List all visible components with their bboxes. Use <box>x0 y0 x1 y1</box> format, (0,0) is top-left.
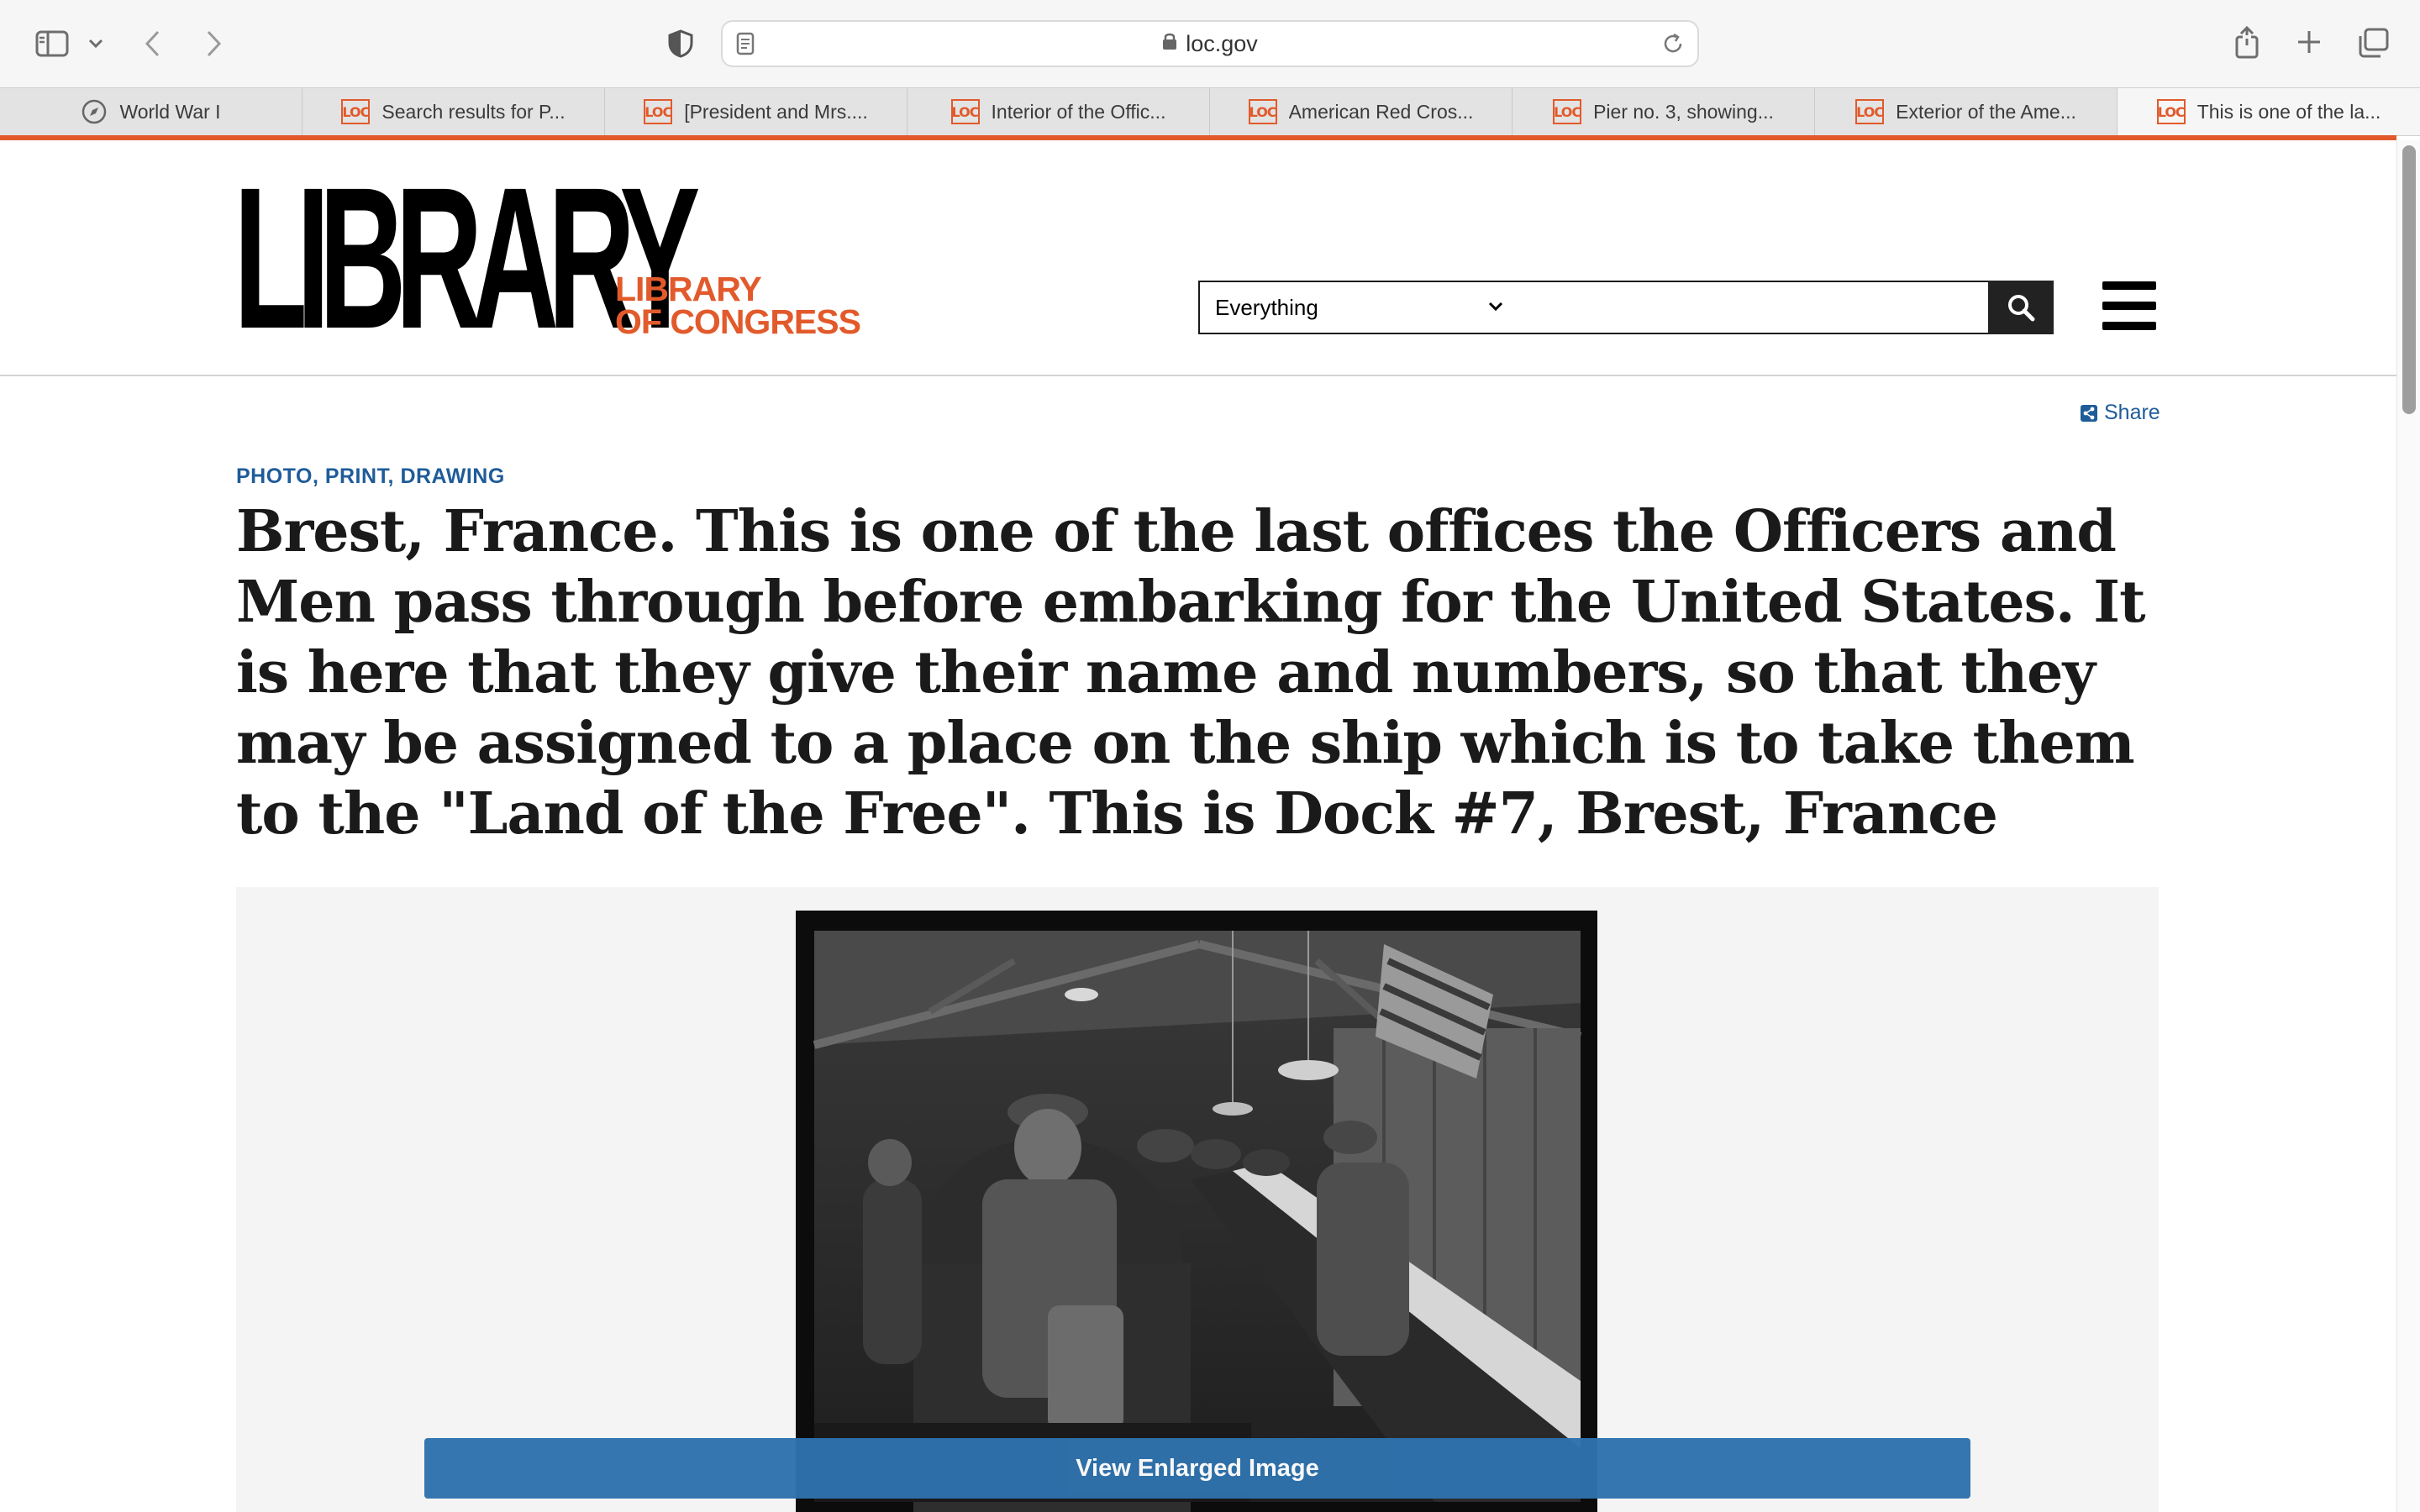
tab-strip: World War I LOC Search results for P... … <box>0 87 2420 136</box>
photo-illustration <box>796 911 1597 1512</box>
new-tab-icon[interactable] <box>2292 25 2326 59</box>
search-input[interactable] <box>1519 281 1990 334</box>
hamburger-icon-bar <box>2102 322 2156 330</box>
share-label: Share <box>2104 401 2160 424</box>
hamburger-icon-bar <box>2102 302 2156 310</box>
item-photo[interactable] <box>796 911 1597 1512</box>
tab-label: American Red Cros... <box>1288 100 1474 123</box>
tab-pier-no-3[interactable]: LOC Pier no. 3, showing... <box>1512 88 1815 135</box>
image-viewer <box>236 887 2159 1512</box>
search-button[interactable] <box>1988 281 2054 334</box>
loc-icon: LOC <box>950 99 980 124</box>
loc-icon: LOC <box>1248 99 1277 124</box>
tab-label: This is one of the la... <box>2196 100 2381 123</box>
tab-exterior-of-american[interactable]: LOC Exterior of the Ame... <box>1815 88 2118 135</box>
lock-icon <box>1162 21 1177 65</box>
tab-label: Exterior of the Ame... <box>1896 100 2076 123</box>
compass-icon <box>82 99 107 124</box>
loc-icon: LOC <box>1553 99 1582 124</box>
tab-label: [President and Mrs.... <box>684 100 868 123</box>
sidebar-toggle-icon[interactable] <box>34 27 71 60</box>
logo-sub-line2: OF CONGRESS <box>615 302 861 341</box>
web-page: LIBRARY LIBRARY OF CONGRESS Everything S… <box>0 140 2396 1512</box>
chevron-down-icon <box>1487 282 1504 350</box>
logo-sub-line1: LIBRARY <box>615 270 762 308</box>
tab-label: Search results for P... <box>381 100 566 123</box>
item-category[interactable]: PHOTO, PRINT, DRAWING <box>236 465 505 489</box>
site-header: LIBRARY LIBRARY OF CONGRESS Everything <box>0 140 2396 376</box>
library-of-congress-logo[interactable]: LIBRARY OF CONGRESS <box>615 270 861 341</box>
forward-icon[interactable] <box>198 25 229 62</box>
menu-button[interactable] <box>2102 281 2156 330</box>
scrollbar-thumb[interactable] <box>2402 145 2416 414</box>
hamburger-icon-bar <box>2102 281 2156 290</box>
loc-icon: LOC <box>1855 99 1885 124</box>
tab-label: Pier no. 3, showing... <box>1593 100 1774 123</box>
search-scope-value: Everything <box>1215 295 1318 320</box>
privacy-shield-icon[interactable] <box>664 27 697 60</box>
search-icon <box>2008 295 2035 322</box>
tab-search-results[interactable]: LOC Search results for P... <box>302 88 605 135</box>
loc-icon: LOC <box>2156 99 2186 124</box>
url-text: loc.gov <box>1186 31 1258 56</box>
tab-label: World War I <box>119 100 221 123</box>
page-scrollbar[interactable] <box>2396 140 2420 1512</box>
share-link[interactable]: Share <box>2081 401 2160 425</box>
chevron-down-icon[interactable] <box>84 32 108 55</box>
search-scope-select[interactable]: Everything <box>1198 281 1521 334</box>
url-display: loc.gov <box>723 22 1697 66</box>
view-enlarged-image-button[interactable]: View Enlarged Image <box>424 1438 1970 1499</box>
share-icon <box>2081 404 2097 422</box>
tab-this-is-one-of-the-last[interactable]: LOC This is one of the la... <box>2118 88 2420 135</box>
tab-president-and-mrs[interactable]: LOC [President and Mrs.... <box>605 88 908 135</box>
loc-icon: LOC <box>644 99 673 124</box>
tab-american-red-cross[interactable]: LOC American Red Cros... <box>1210 88 1512 135</box>
page-title: Brest, France. This is one of the last o… <box>236 498 2146 848</box>
share-page-icon[interactable] <box>2230 22 2264 62</box>
tab-world-war-i[interactable]: World War I <box>0 88 302 135</box>
loc-icon: LOC <box>341 99 371 124</box>
browser-toolbar: loc.gov <box>0 0 2420 87</box>
reload-icon[interactable] <box>1662 33 1684 59</box>
tab-label: Interior of the Offic... <box>991 100 1166 123</box>
tab-overview-icon[interactable] <box>2354 25 2391 60</box>
back-icon[interactable] <box>138 25 168 62</box>
address-bar[interactable]: loc.gov <box>721 20 1699 67</box>
tab-interior-of-office[interactable]: LOC Interior of the Offic... <box>908 88 1210 135</box>
